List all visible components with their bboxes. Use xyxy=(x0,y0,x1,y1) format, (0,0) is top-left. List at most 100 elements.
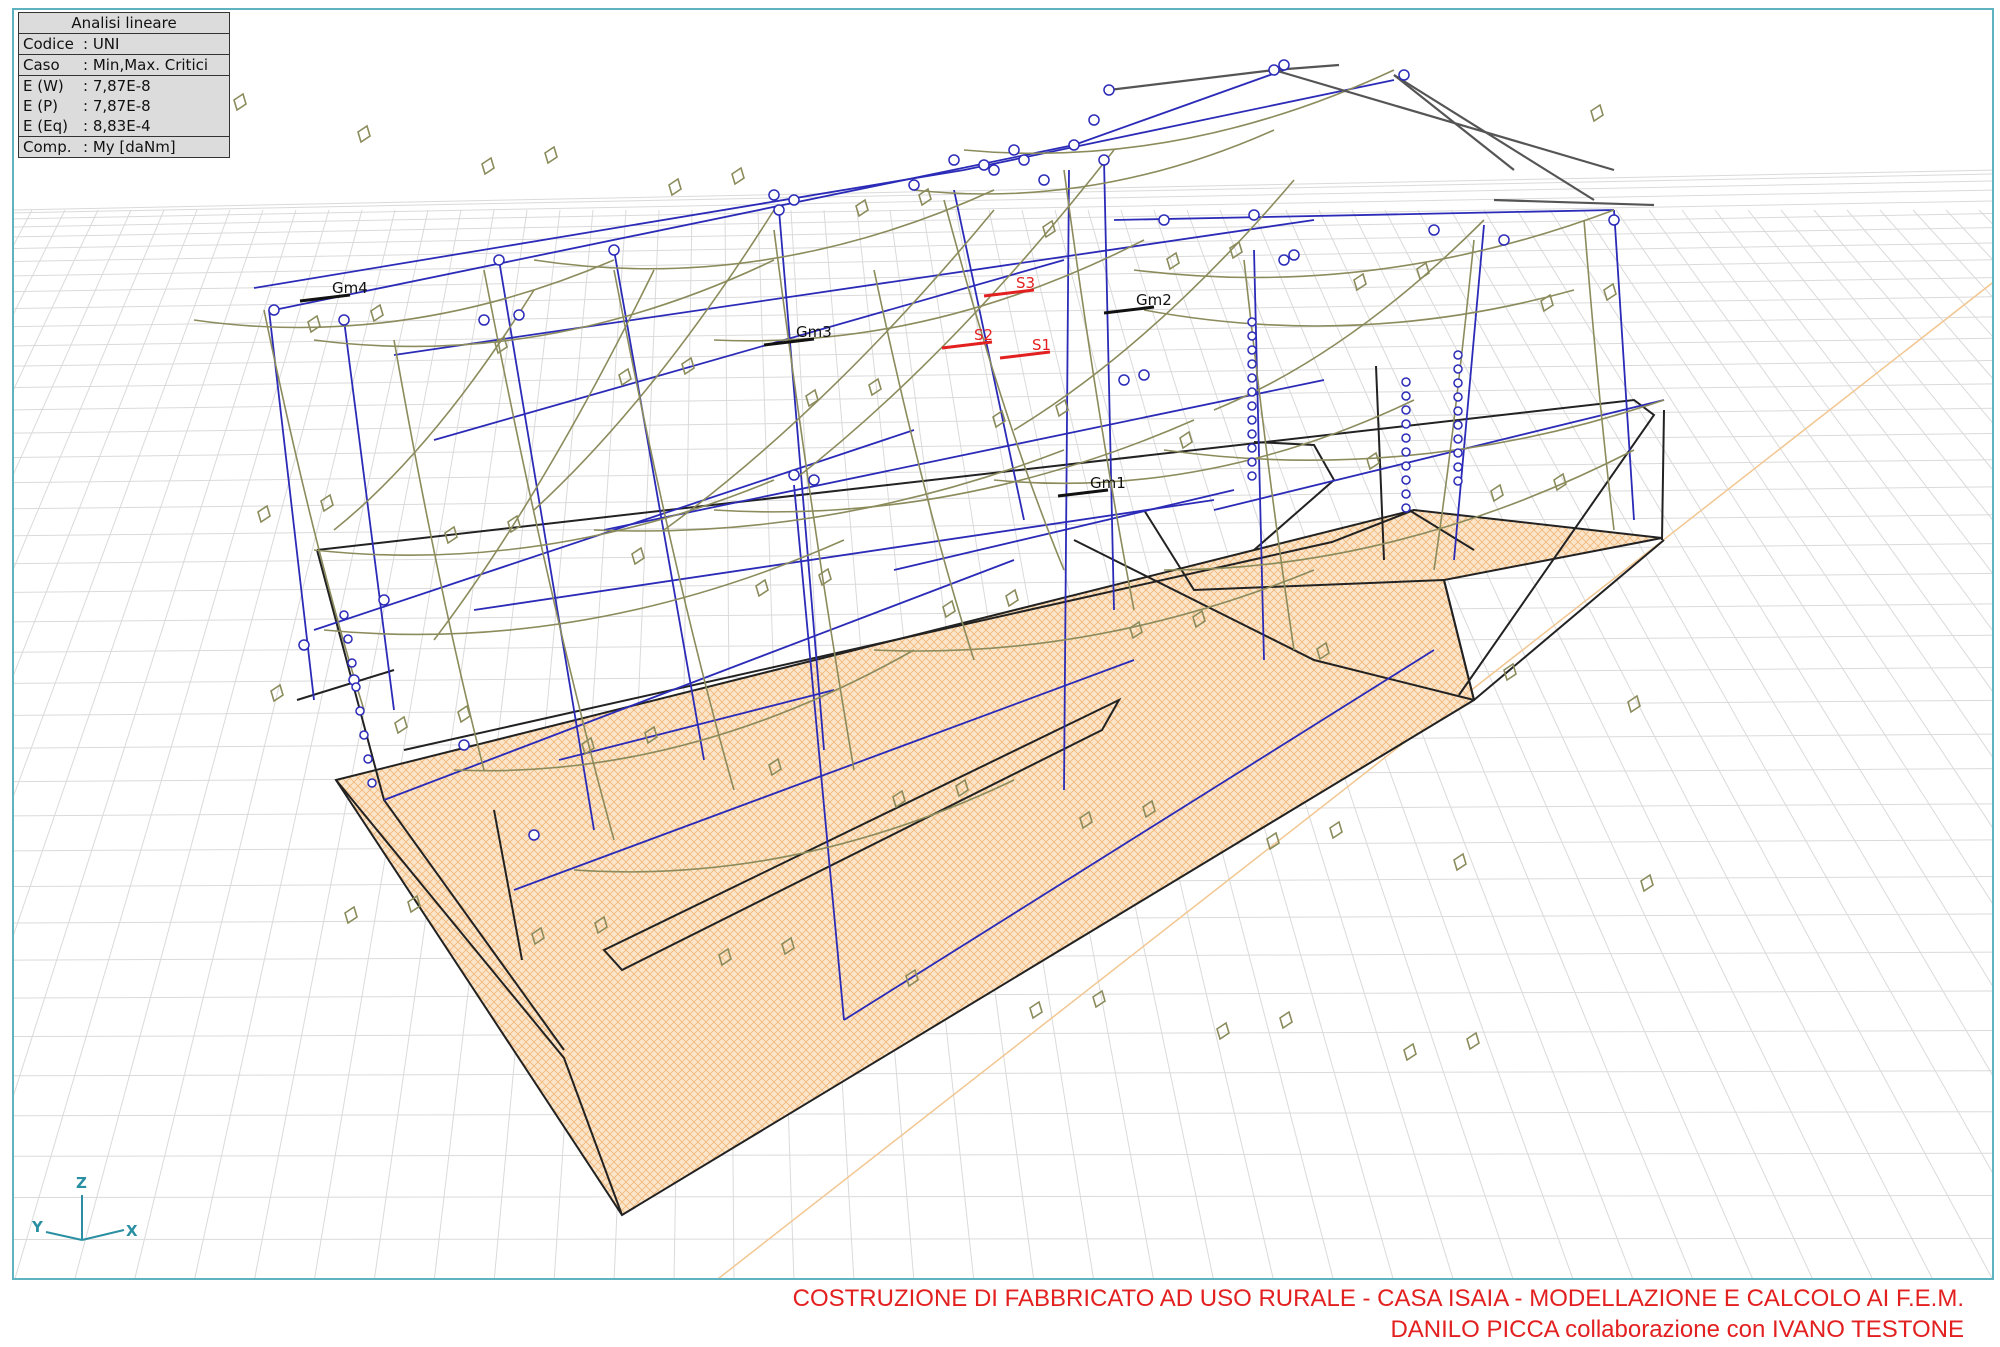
node xyxy=(359,730,369,740)
node xyxy=(493,254,505,266)
info-value: : 8,83E-4 xyxy=(83,117,151,135)
node xyxy=(1498,234,1510,246)
node xyxy=(1247,359,1257,369)
node xyxy=(1247,317,1257,327)
node xyxy=(1247,457,1257,467)
info-value: : 7,87E-8 xyxy=(83,77,151,95)
node xyxy=(1248,209,1260,221)
node xyxy=(1268,64,1280,76)
axis-z-label: Z xyxy=(76,1174,87,1192)
axis-x-label: X xyxy=(126,1222,138,1240)
info-row-eeq: E (Eq) : 8,83E-4 xyxy=(19,116,229,136)
node xyxy=(1401,503,1411,513)
info-row-codice: Codice: UNI xyxy=(19,34,229,55)
node xyxy=(978,159,990,171)
node xyxy=(1453,378,1463,388)
grid-line xyxy=(14,990,1992,999)
grid-line xyxy=(14,209,198,676)
node xyxy=(1401,391,1411,401)
moment-marker xyxy=(731,166,745,186)
node xyxy=(1401,475,1411,485)
moment-marker xyxy=(805,388,819,408)
moment-marker xyxy=(1416,261,1430,281)
grid-line xyxy=(14,433,1992,458)
axis-triad: Z Y X xyxy=(28,1170,148,1250)
footer-title: COSTRUZIONE DI FABBRICATO AD USO RURALE … xyxy=(792,1285,1964,1312)
node xyxy=(1453,462,1463,472)
model-viewport[interactable]: Gm4 Gm3 Gm2 Gm1 S1 S2 S3 Z Y X xyxy=(12,8,1994,1280)
grid-line xyxy=(1582,209,1992,828)
node xyxy=(1158,214,1170,226)
moment-marker xyxy=(755,578,769,598)
moment-curve xyxy=(313,479,775,556)
grid-line xyxy=(14,180,1992,220)
moment-marker xyxy=(942,599,956,619)
grid-line xyxy=(14,572,1992,593)
panel-title: Analisi lineare xyxy=(19,13,229,34)
node xyxy=(1247,345,1257,355)
grid-line xyxy=(1450,209,1992,1173)
info-value: : Min,Max. Critici xyxy=(83,56,209,74)
info-row-ew: E (W): 7,87E-8 xyxy=(19,76,229,96)
node xyxy=(1247,373,1257,383)
grid-line xyxy=(14,1111,1992,1117)
node xyxy=(1453,476,1463,486)
grid-line xyxy=(14,209,99,390)
moment-marker xyxy=(1179,430,1193,450)
info-key: Comp. xyxy=(23,138,72,156)
grid-line xyxy=(1978,209,1992,225)
roof-member xyxy=(1273,68,1615,172)
node xyxy=(1138,369,1150,381)
beam-line xyxy=(603,379,1325,531)
grid-line xyxy=(1747,209,1992,520)
moment-curve xyxy=(663,209,995,531)
moment-curve xyxy=(913,129,1275,195)
moment-marker xyxy=(357,124,371,144)
grid-line xyxy=(74,209,363,1278)
node xyxy=(1247,415,1257,425)
moment-marker xyxy=(1216,1021,1230,1041)
moment-marker xyxy=(1005,588,1019,608)
axis-y-label: Y xyxy=(32,1218,43,1236)
node xyxy=(1453,420,1463,430)
moment-marker xyxy=(1329,820,1343,840)
project-footer: COSTRUZIONE DI FABBRICATO AD USO RURALE … xyxy=(793,1283,1964,1345)
node xyxy=(1008,144,1020,156)
grid-line xyxy=(14,209,264,935)
node xyxy=(363,754,373,764)
roof-member xyxy=(1393,74,1515,171)
info-row-comp: Comp.: My [daNm] xyxy=(19,137,229,157)
moment-marker xyxy=(1029,1000,1043,1020)
beam-line xyxy=(273,144,1075,311)
moment-curve xyxy=(1143,289,1575,327)
node xyxy=(355,706,365,716)
node xyxy=(788,194,800,206)
node xyxy=(1453,406,1463,416)
node xyxy=(1401,405,1411,415)
fem-model-canvas[interactable]: Gm4Gm3Gm2Gm1S1S2S3 xyxy=(14,10,1994,1280)
node xyxy=(608,244,620,256)
moment-marker xyxy=(257,504,271,524)
node xyxy=(1247,387,1257,397)
node xyxy=(768,189,780,201)
node xyxy=(367,778,377,788)
node xyxy=(338,314,350,326)
moment-marker xyxy=(457,704,471,724)
moment-marker xyxy=(1466,1031,1480,1051)
beam-line xyxy=(893,489,1235,571)
grid-line xyxy=(1714,209,1992,574)
grid-line xyxy=(14,1195,1992,1199)
grid-line xyxy=(14,242,1992,277)
grid-line xyxy=(1384,209,1933,1278)
node xyxy=(478,314,490,326)
node xyxy=(1098,154,1110,166)
moment-curve xyxy=(943,199,1065,571)
moment-marker xyxy=(344,905,358,925)
node xyxy=(343,634,353,644)
moment-marker xyxy=(1603,282,1617,302)
grid-line xyxy=(14,209,231,797)
node xyxy=(1088,114,1100,126)
info-key: E (Eq) xyxy=(23,117,68,135)
grid-line xyxy=(14,1152,1992,1157)
node xyxy=(1401,419,1411,429)
